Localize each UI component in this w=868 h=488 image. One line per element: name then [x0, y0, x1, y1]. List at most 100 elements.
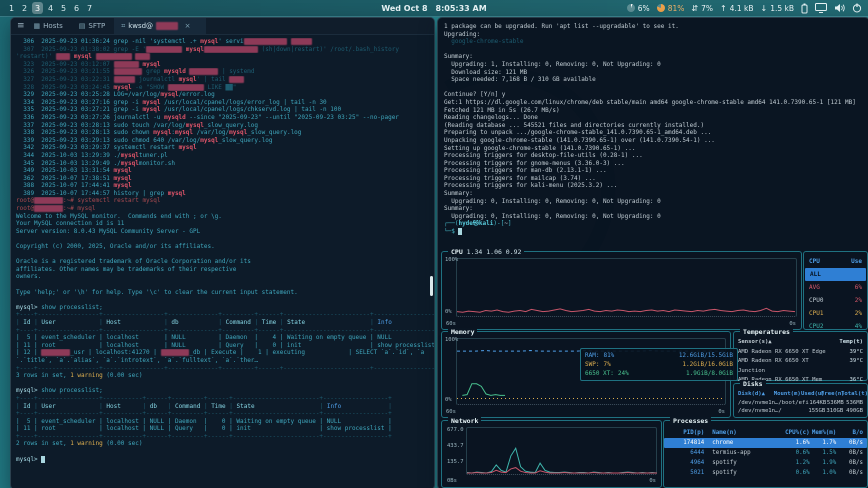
- workspace-5[interactable]: 5: [58, 2, 69, 14]
- net-baseline-label: 0Bs: [447, 478, 457, 484]
- terminal-tab-bar: ≡ ▦Hosts ▤SFTP ⌗ kwsd@ ████ ×: [11, 18, 434, 35]
- terminal-line: 327 2025-09-23 03:22:31 ██████ journalct…: [16, 76, 434, 84]
- disk-row: /dev/nvme1n…/155GB310GB490GB: [738, 407, 863, 416]
- mysql-terminal-output[interactable]: 306 2025-09-23 01:36:24 grep -nil 'syste…: [11, 35, 434, 488]
- battery-icon[interactable]: [801, 3, 808, 14]
- download-icon: ↓: [760, 4, 767, 13]
- terminal-line: [16, 296, 434, 304]
- terminal-line: | 5 | event_scheduler | localhost | NULL…: [16, 334, 434, 342]
- terminal-line: Oracle is a registered trademark of Orac…: [16, 258, 434, 266]
- terminal-line: Space needed: 7,168 B / 310 GB available: [444, 76, 868, 84]
- cpu-x-left: 60s: [446, 321, 456, 327]
- terminal-line: Processing triggers for desktop-file-uti…: [444, 152, 868, 160]
- sftp-folder-icon: ▤: [79, 22, 86, 30]
- workspace-2[interactable]: 2: [19, 2, 30, 14]
- cpu-y-max: 100%: [445, 257, 458, 263]
- disk-activity-icon: ⇵: [691, 4, 698, 13]
- workspace-6[interactable]: 6: [71, 2, 82, 14]
- terminal-line: Welcome to the MySQL monitor. Commands e…: [16, 213, 434, 221]
- memory-panel-title: Memory: [448, 328, 477, 336]
- terminal-line: owners.: [16, 273, 434, 281]
- process-row-chrome[interactable]: 174814chrome1.6%1.7%0B/s: [664, 438, 867, 448]
- tab-hosts[interactable]: ▦Hosts: [27, 18, 70, 34]
- menu-bar: 1234567 Wed Oct 8 8:05:33 AM 6% 81% ⇵7% ↑4.…: [0, 0, 868, 17]
- cpu-y-min: 0%: [445, 309, 452, 315]
- right-terminal-window: 1 package can be upgraded. Run 'apt list…: [437, 17, 868, 488]
- terminal-line: 306 2025-09-23 01:36:24 grep -nil 'syste…: [16, 38, 434, 46]
- tab-session[interactable]: ⌗ kwsd@ ████ ×: [114, 18, 206, 34]
- terminal-line: 344 2025-10-03 13:29:39 ./mysqltuner.pl: [16, 152, 434, 160]
- core-row-cpu1[interactable]: CPU12%: [804, 307, 867, 320]
- temperatures-panel: Temperatures Sensor(s)▲Temp(t) AMD Radeo…: [733, 331, 868, 381]
- clock: Wed Oct 8 8:05:33 AM: [381, 0, 486, 16]
- network-panel-title: Network: [448, 417, 481, 425]
- apt-terminal-output[interactable]: 1 package can be upgraded. Run 'apt list…: [438, 18, 868, 247]
- terminal-line: (Reading database ... 545521 files and d…: [444, 122, 868, 130]
- stat-memory-gauge: 81%: [657, 4, 685, 13]
- tab-close-icon[interactable]: ×: [185, 22, 191, 30]
- terminal-line: 342 2025-09-23 03:29:37 systemctl restar…: [16, 144, 434, 152]
- terminal-line: [16, 448, 434, 456]
- terminal-line: 336 2025-09-23 03:27:26 journalctl -u my…: [16, 114, 434, 122]
- terminal-line: mysql> █: [16, 456, 434, 464]
- terminal-line: 337 2025-09-23 03:28:13 sudo touch /var/…: [16, 122, 434, 130]
- core-row-cpu0[interactable]: CPU02%: [804, 294, 867, 307]
- terminal-line: +----+-----------------+-----------+----…: [16, 395, 434, 403]
- stat-cpu-gauge: 6%: [627, 4, 650, 13]
- hamburger-menu-icon[interactable]: ≡: [17, 21, 25, 31]
- terminal-line: Download size: 121 MB: [444, 69, 868, 77]
- power-icon[interactable]: [852, 3, 862, 13]
- terminal-line: +----+-----------------+-----------+----…: [16, 433, 434, 441]
- terminal-line: Processing triggers for mailcap (3.74) .…: [444, 175, 868, 183]
- menubar-date: Wed Oct 8: [381, 4, 427, 13]
- terminal-line: 362 2025-10-07 17:38:51 mysql: [16, 175, 434, 183]
- upload-icon: ↑: [720, 4, 727, 13]
- stat-upload: ↑4.1 kB: [720, 4, 754, 13]
- terminal-line: ┌──(hyde㉿kali)-[~]: [444, 220, 868, 228]
- volume-icon[interactable]: [834, 3, 845, 13]
- terminal-line: mysql> show processlist;: [16, 387, 434, 395]
- stat-value: 7%: [701, 4, 713, 13]
- process-row-spotify[interactable]: 5021spotify0.6%1.0%0B/s: [664, 468, 867, 478]
- terminal-line: Continue? [Y/n] y: [444, 91, 868, 99]
- terminal-line: 307 2025-09-23 01:38:02 grep -E '███████…: [16, 46, 434, 54]
- terminal-line: mysql> show processlist;: [16, 304, 434, 312]
- terminal-line: +----+-----------------+----------------…: [16, 327, 434, 335]
- terminal-line: Your MySQL connection id is 11: [16, 220, 434, 228]
- core-row-all[interactable]: ALL: [805, 268, 866, 281]
- terminal-line: Processing triggers for man-db (2.13.1-1…: [444, 167, 868, 175]
- terminal-line: +----+-----------------+----------------…: [16, 311, 434, 319]
- process-row-spotify[interactable]: 4964spotify1.2%1.9%0B/s: [664, 458, 867, 468]
- display-icon[interactable]: [815, 3, 827, 13]
- net-y2: 433.7: [447, 443, 464, 449]
- terminal-line: affiliates. Other names may be trademark…: [16, 266, 434, 274]
- processes-panel-title: Processes: [670, 417, 711, 425]
- stat-value: 4.1 kB: [730, 4, 754, 13]
- workspace-7[interactable]: 7: [84, 2, 95, 14]
- core-row-avg[interactable]: AVG6%: [804, 281, 867, 294]
- workspace-1[interactable]: 1: [6, 2, 17, 14]
- mem-x-right: 0s: [718, 409, 725, 415]
- stat-value: 1.5 kB: [770, 4, 794, 13]
- mem-x-left: 60s: [446, 409, 456, 415]
- cpu-panel-title: CPU: [451, 248, 463, 256]
- terminal-line: | 11 | root | localhost | NULL | Query |…: [16, 425, 434, 433]
- terminal-line: Reading changelogs... Done: [444, 114, 868, 122]
- scrollbar-thumb[interactable]: [430, 276, 433, 296]
- workspace-3[interactable]: 3: [32, 2, 43, 14]
- terminal-line: Unpacking google-chrome-stable (141.0.73…: [444, 137, 868, 145]
- stat-download: ↓1.5 kB: [760, 4, 794, 13]
- terminal-line: 328 2025-09-23 03:24:45 mysql -e "SHOW █…: [16, 84, 434, 92]
- terminal-line: 338 2025-09-23 03:28:13 sudo chown mysql…: [16, 129, 434, 137]
- memory-gauge-icon: [657, 4, 665, 12]
- tab-sftp[interactable]: ▤SFTP: [72, 18, 112, 34]
- terminal-line: root@████████:~# systemctl restart mysql: [16, 197, 434, 205]
- terminal-line: Setting up google-chrome-stable (141.0.7…: [444, 145, 868, 153]
- terminal-line: 'restart)' ████ mysql ██████████ ████: [16, 53, 434, 61]
- terminal-line: Summary:: [444, 205, 868, 213]
- workspace-switcher: 1234567: [6, 2, 95, 14]
- cpu-usage-graph: [457, 259, 795, 315]
- memory-panel: Memory 100% 0% 60s 0s RAM:81%12.6GiB/15.…: [441, 331, 731, 418]
- workspace-4[interactable]: 4: [45, 2, 56, 14]
- process-row-termius-app[interactable]: 6444termius-app0.6%1.5%0B/s: [664, 448, 867, 458]
